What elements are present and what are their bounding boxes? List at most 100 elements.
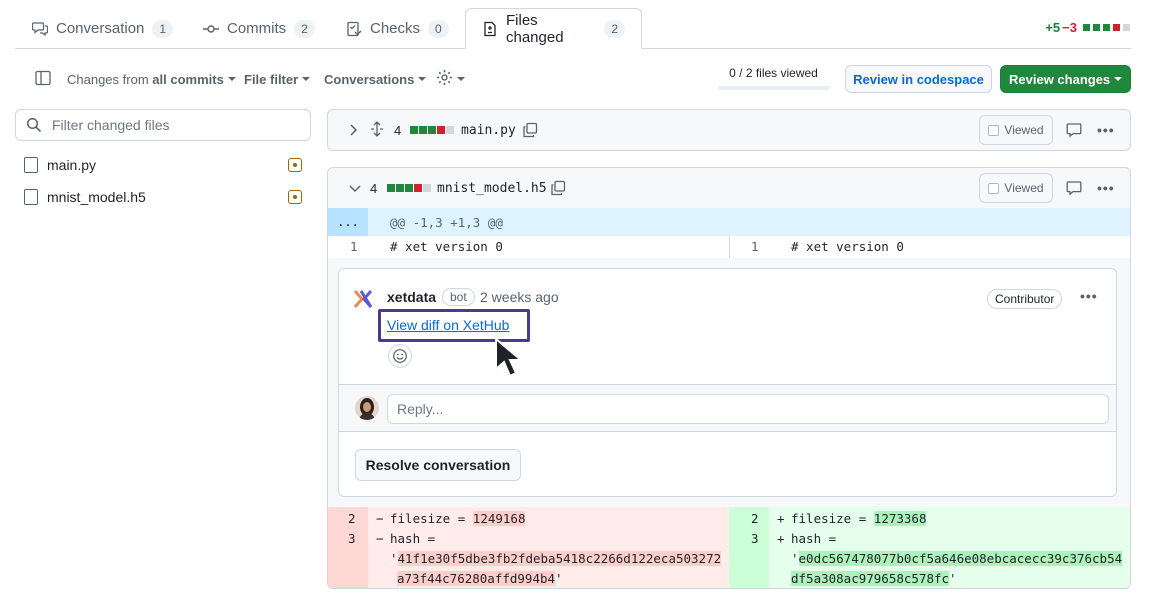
comment-timestamp[interactable]: 2 weeks ago [480,289,559,305]
file-header-main-py: 4 main.py Viewed ••• [327,109,1131,151]
context-line-left: # xet version 0 [390,239,503,254]
file-name-link[interactable]: mnist_model.h5 [437,181,547,196]
tab-label: Checks [370,20,421,37]
chevron-down-icon[interactable] [348,182,362,198]
added-line: hash = [791,531,837,546]
pr-tabs: Conversation 1 Commits 2 Checks 0 Files … [15,8,1131,49]
chevron-right-icon[interactable] [348,123,360,140]
tab-count: 1 [152,19,174,38]
diffstat-block [1113,24,1120,31]
file-diffstat [386,184,431,192]
viewed-checkbox[interactable]: Viewed [979,173,1053,203]
avatar[interactable] [351,287,375,311]
expand-all-icon[interactable] [370,121,384,140]
sidebar-file-name: main.py [47,157,97,173]
deleted-line: '41f1e30f5dbe3fb2fdeba5418c2266d122eca50… [390,551,722,566]
contributor-badge: Contributor [987,289,1063,309]
file-diffstat [409,126,454,134]
review-changes-button[interactable]: Review changes [1000,65,1131,93]
comment-author[interactable]: xetdata [387,289,436,305]
tab-count: 2 [604,19,625,38]
diff-settings-dropdown[interactable] [436,70,465,88]
line-number: 3 [348,531,356,546]
comment-icon[interactable] [1066,180,1082,199]
tab-commits[interactable]: Commits 2 [203,8,315,49]
files-viewed-progress: 0 / 2 files viewed [718,66,829,90]
review-in-codespace-button[interactable]: Review in codespace [845,65,992,93]
added-sign: + [777,511,785,526]
deleted-line: hash = [390,531,436,546]
added-value: 1273368 [873,511,927,526]
add-reaction-button[interactable] [388,344,412,368]
diffstat-block [423,184,431,192]
git-commit-icon [203,21,219,37]
chevron-down-icon [418,77,427,81]
added-sign: + [777,531,785,546]
filter-files-input[interactable]: Filter changed files [15,109,311,141]
file-name-link[interactable]: main.py [461,123,516,138]
smiley-icon [393,349,407,363]
deletions-count: −3 [1062,20,1077,35]
chevron-down-icon [302,77,311,81]
changes-from-dropdown[interactable]: Changes from all commits [67,70,236,88]
file-header-mnist-model: 4 mnist_model.h5 Viewed ••• [327,167,1131,209]
hunk-row: ... @@ -1,3 +1,3 @@ [328,208,1130,236]
diffstat-block [1083,24,1090,31]
gear-icon [436,69,453,89]
viewed-label: Viewed [1004,123,1044,137]
viewed-checkbox[interactable]: Viewed [979,115,1053,145]
tab-checks[interactable]: Checks 0 [346,8,449,49]
expand-hunk-button[interactable]: ... [328,208,368,236]
deleted-sign: − [376,531,384,546]
copy-icon[interactable] [522,122,538,141]
added-hash: e0dc567478077b0cf5a646e08ebcacecc39c376c… [798,551,1123,566]
added-hash: df5a308ac979658c578fc [791,571,950,586]
file-icon [24,157,38,173]
tab-conversation[interactable]: Conversation 1 [32,8,174,49]
conversations-label: Conversations [324,71,415,87]
diffstat-block [387,184,395,192]
diffstat-block [419,126,427,134]
diffstat-block [437,126,445,134]
copy-icon[interactable] [550,180,566,199]
divider [339,431,1116,432]
sidebar-file-mnist-model[interactable]: mnist_model.h5 [24,187,306,207]
deleted-line: filesize = 1249168 [390,511,526,526]
deleted-hash: a73f44c76280affd994b4 [397,571,556,586]
kebab-horizontal-icon[interactable]: ••• [1080,288,1098,304]
diffstat-block [396,184,404,192]
resolve-conversation-button[interactable]: Resolve conversation [355,449,521,481]
file-filter-dropdown[interactable]: File filter [244,70,311,88]
avatar [355,396,379,420]
reply-input[interactable]: Reply... [387,394,1109,424]
filter-files-placeholder: Filter changed files [52,117,170,133]
deleted-sign: − [376,511,384,526]
sidebar-toggle-icon[interactable] [35,70,51,86]
tab-label: Files changed [506,11,564,46]
review-changes-label: Review changes [1009,71,1111,87]
file-modified-icon [288,158,302,172]
view-diff-link[interactable]: View diff on XetHub [387,317,509,333]
file-change-count: 4 [394,123,402,138]
diffstat-block [410,126,418,134]
context-line-right: # xet version 0 [791,239,904,254]
comment-icon[interactable] [1066,122,1082,141]
checkbox-box [988,124,1000,136]
sidebar-file-main-py[interactable]: main.py [24,155,306,175]
file-modified-icon [288,190,302,204]
changes-from-prefix: Changes from [67,71,149,87]
kebab-horizontal-icon[interactable]: ••• [1097,122,1115,138]
diffstat-block [1123,24,1130,31]
tab-files-changed[interactable]: Files changed 2 [465,8,642,49]
viewed-label: Viewed [1004,181,1044,195]
added-line: filesize = 1273368 [791,511,927,526]
conversations-dropdown[interactable]: Conversations [324,70,427,88]
file-diff-icon [482,21,498,37]
diffstat-block [405,184,413,192]
kebab-horizontal-icon[interactable]: ••• [1097,180,1115,196]
tab-count: 0 [428,19,449,38]
chevron-down-icon [1114,77,1122,81]
deleted-line: a73f44c76280affd994b4' [397,571,563,586]
added-gutter [729,507,769,588]
review-in-codespace-label: Review in codespace [853,71,984,87]
